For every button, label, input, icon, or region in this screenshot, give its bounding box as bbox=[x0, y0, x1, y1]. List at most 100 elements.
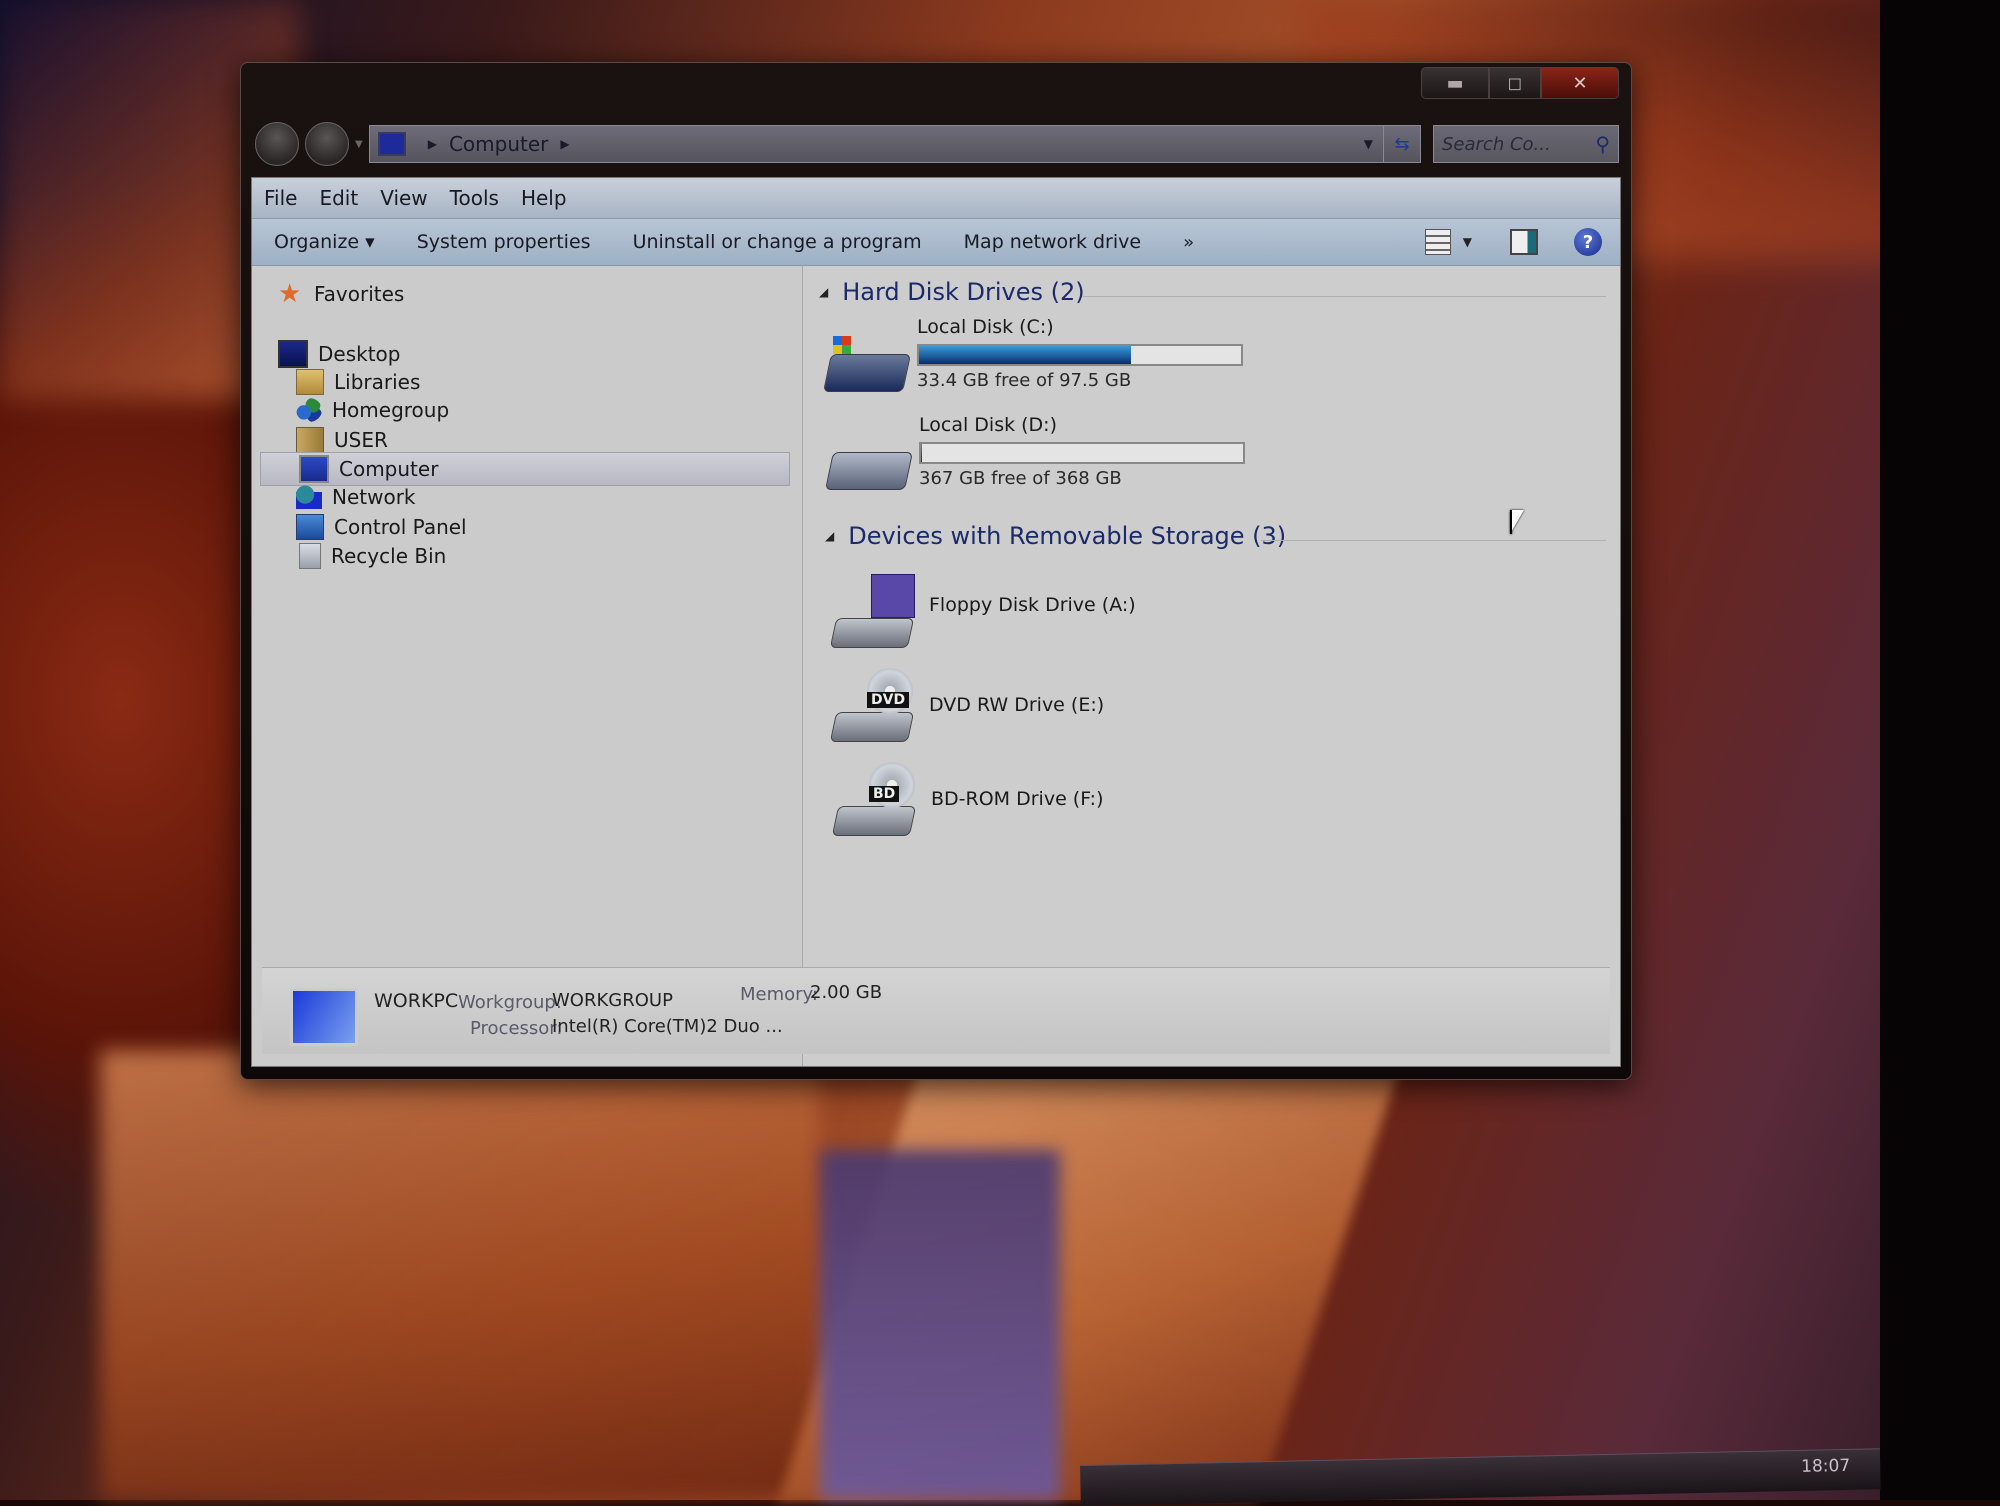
drive-name: DVD RW Drive (E:) bbox=[929, 694, 1105, 716]
navigation-pane: ★ Favorites Desktop Libraries Homegroup bbox=[252, 266, 803, 1066]
dvd-drive-icon: DVD bbox=[829, 668, 917, 742]
command-bar: Organize ▾ System properties Uninstall o… bbox=[252, 219, 1620, 266]
view-options-icon bbox=[1424, 229, 1451, 255]
drive-name: Local Disk (C:) bbox=[917, 316, 1054, 338]
sidebar-item-homegroup[interactable]: Homegroup bbox=[296, 398, 449, 422]
sidebar-item-desktop[interactable]: Desktop bbox=[278, 340, 400, 368]
homegroup-icon bbox=[296, 398, 322, 422]
drive-c[interactable]: Local Disk (C:) 33.4 GB free of 97.5 GB bbox=[822, 316, 1243, 392]
drive-name: BD-ROM Drive (F:) bbox=[931, 788, 1104, 810]
explorer-client-area: File Edit View Tools Help Organize ▾ Sys… bbox=[251, 177, 1621, 1067]
help-button[interactable]: ? bbox=[1574, 228, 1602, 256]
details-pane: WORKPC Workgroup: WORKGROUP Memory: 2.00… bbox=[262, 967, 1610, 1054]
recent-pages-dropdown[interactable]: ▼ bbox=[355, 139, 363, 150]
drive-d[interactable]: Local Disk (D:) 367 GB free of 368 GB bbox=[824, 414, 1245, 490]
dvd-badge: DVD bbox=[867, 692, 910, 708]
menu-edit[interactable]: Edit bbox=[319, 186, 358, 210]
preview-pane-toggle[interactable] bbox=[1510, 229, 1538, 255]
sidebar-item-recycle-bin[interactable]: Recycle Bin bbox=[296, 543, 446, 569]
uninstall-program-button[interactable]: Uninstall or change a program bbox=[633, 231, 922, 253]
hard-drive-icon bbox=[824, 430, 914, 490]
mouse-cursor-icon bbox=[1510, 510, 1524, 534]
processor-value: Intel(R) Core(TM)2 Duo ... bbox=[552, 1016, 783, 1037]
maximize-button[interactable]: ◻ bbox=[1489, 67, 1541, 99]
system-properties-button[interactable]: System properties bbox=[417, 231, 591, 253]
group-divider bbox=[1083, 296, 1606, 297]
explorer-body: ★ Favorites Desktop Libraries Homegroup bbox=[252, 266, 1620, 1066]
menu-file[interactable]: File bbox=[264, 186, 297, 210]
collapse-triangle-icon[interactable]: ◢ bbox=[819, 285, 828, 299]
screen-bezel bbox=[1880, 0, 2000, 1500]
menu-bar: File Edit View Tools Help bbox=[252, 178, 1620, 219]
windows-logo-icon bbox=[833, 336, 851, 354]
system-hard-drive-icon bbox=[822, 332, 912, 392]
memory-label: Memory: bbox=[740, 984, 818, 1005]
map-network-drive-button[interactable]: Map network drive bbox=[964, 231, 1141, 253]
processor-label: Processor: bbox=[470, 1018, 563, 1039]
caption-buttons: ▬ ◻ ✕ bbox=[1421, 67, 1619, 99]
search-icon[interactable]: ⚲ bbox=[1595, 132, 1610, 156]
bd-drive-icon: BD bbox=[831, 762, 919, 836]
sidebar-item-label: Network bbox=[332, 485, 416, 509]
removable-group-header[interactable]: ◢ Devices with Removable Storage (3) bbox=[825, 522, 1286, 550]
drive-usage-fill bbox=[919, 346, 1131, 364]
change-view-button[interactable]: ▼ bbox=[1424, 229, 1472, 255]
desktop-icon bbox=[278, 340, 308, 368]
menu-help[interactable]: Help bbox=[521, 186, 567, 210]
drive-usage-bar bbox=[917, 344, 1243, 366]
sidebar-item-user[interactable]: USER bbox=[296, 427, 388, 453]
drive-usage-bar bbox=[919, 442, 1245, 464]
sidebar-item-libraries[interactable]: Libraries bbox=[296, 369, 420, 395]
group-divider bbox=[1261, 540, 1606, 541]
menu-view[interactable]: View bbox=[380, 186, 427, 210]
collapse-triangle-icon[interactable]: ◢ bbox=[825, 529, 834, 543]
menu-tools[interactable]: Tools bbox=[450, 186, 499, 210]
breadcrumb-arrow-icon[interactable]: ▶ bbox=[560, 137, 569, 151]
search-input[interactable]: Search Co... ⚲ bbox=[1433, 125, 1619, 163]
star-icon: ★ bbox=[278, 279, 302, 309]
sidebar-item-label: Homegroup bbox=[332, 398, 450, 422]
refresh-icon: ⇆ bbox=[1394, 133, 1410, 155]
libraries-icon bbox=[296, 369, 324, 395]
drive-free-space: 367 GB free of 368 GB bbox=[919, 468, 1122, 489]
computer-icon bbox=[299, 455, 329, 483]
sidebar-item-network[interactable]: Network bbox=[296, 485, 416, 509]
search-placeholder: Search Co... bbox=[1442, 133, 1551, 155]
drive-a[interactable]: Floppy Disk Drive (A:) bbox=[829, 574, 1136, 648]
user-folder-icon bbox=[296, 427, 324, 453]
refresh-button[interactable]: ⇆ bbox=[1384, 125, 1421, 163]
close-button[interactable]: ✕ bbox=[1541, 67, 1619, 99]
hard-disk-group-header[interactable]: ◢ Hard Disk Drives (2) bbox=[819, 278, 1085, 306]
back-button[interactable] bbox=[255, 122, 299, 166]
computer-name: WORKPC bbox=[374, 990, 459, 1012]
group-title: Hard Disk Drives (2) bbox=[842, 278, 1085, 306]
workgroup-label: Workgroup: bbox=[458, 992, 562, 1013]
floppy-drive-icon bbox=[829, 574, 917, 648]
organize-button[interactable]: Organize ▾ bbox=[274, 231, 375, 253]
minimize-button[interactable]: ▬ bbox=[1421, 67, 1489, 99]
network-icon bbox=[296, 485, 322, 509]
explorer-window: ▬ ◻ ✕ ▼ ▶ Computer ▶ ▼ ⇆ Search Co... ⚲ … bbox=[240, 62, 1632, 1080]
sidebar-item-label: Recycle Bin bbox=[331, 544, 447, 568]
sidebar-item-favorites[interactable]: ★ Favorites bbox=[278, 279, 404, 309]
navigation-bar: ▼ ▶ Computer ▶ ▼ ⇆ Search Co... ⚲ bbox=[255, 121, 1619, 167]
breadcrumb-computer[interactable]: Computer bbox=[449, 132, 548, 156]
control-panel-icon bbox=[296, 514, 324, 540]
address-dropdown-icon[interactable]: ▼ bbox=[1364, 137, 1373, 151]
sidebar-item-label: Desktop bbox=[318, 342, 401, 366]
drive-name: Floppy Disk Drive (A:) bbox=[929, 594, 1136, 616]
taskbar-clock[interactable]: 18:07 bbox=[1801, 1456, 1850, 1477]
view-dropdown-icon[interactable]: ▼ bbox=[1463, 235, 1472, 249]
drive-f[interactable]: BD BD-ROM Drive (F:) bbox=[831, 762, 1104, 836]
drive-free-space: 33.4 GB free of 97.5 GB bbox=[917, 370, 1132, 391]
drive-e[interactable]: DVD DVD RW Drive (E:) bbox=[829, 668, 1105, 742]
sidebar-item-control-panel[interactable]: Control Panel bbox=[296, 514, 467, 540]
sidebar-item-label: Control Panel bbox=[334, 515, 467, 539]
bd-badge: BD bbox=[869, 786, 900, 802]
breadcrumb-arrow-icon[interactable]: ▶ bbox=[428, 137, 437, 151]
drive-usage-fill bbox=[921, 444, 922, 462]
forward-button[interactable] bbox=[305, 122, 349, 166]
address-bar[interactable]: ▶ Computer ▶ ▼ bbox=[368, 125, 1384, 163]
sidebar-item-computer[interactable]: Computer bbox=[260, 452, 790, 486]
more-commands-button[interactable]: » bbox=[1183, 232, 1194, 253]
